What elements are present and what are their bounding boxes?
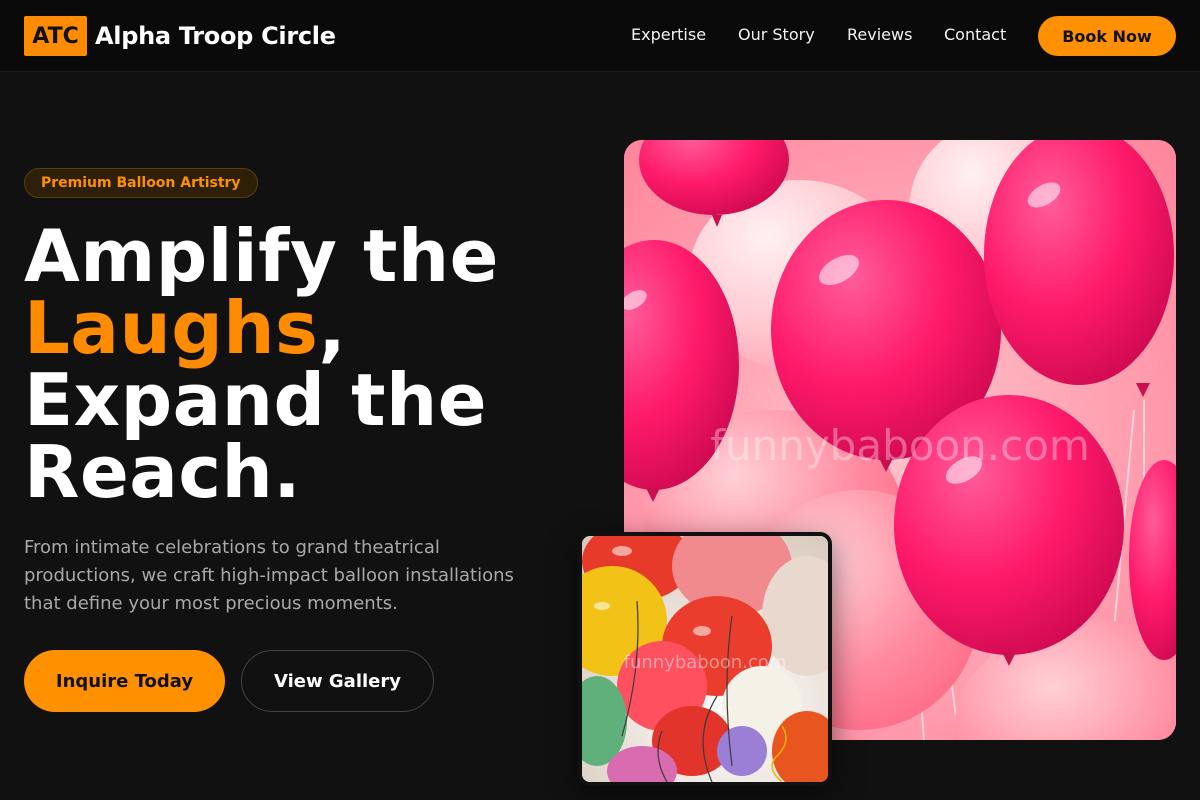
nav-link-expertise[interactable]: Expertise [631, 25, 706, 44]
book-now-button[interactable]: Book Now [1038, 16, 1176, 56]
inset-image-watermark: funnybaboon.com [624, 652, 787, 673]
nav-link-our-story[interactable]: Our Story [738, 25, 815, 44]
brand-name: Alpha Troop Circle [95, 22, 336, 50]
hero-headline: Amplify the Laughs, Expand the Reach. [24, 220, 584, 508]
main-image-watermark: funnybaboon.com [710, 421, 1090, 470]
colorful-balloons-photo: funnybaboon.com [582, 536, 828, 782]
brand-logo[interactable]: ATC Alpha Troop Circle [24, 16, 336, 56]
inset-balloon-image: funnybaboon.com [578, 532, 832, 786]
hero-tag: Premium Balloon Artistry [24, 168, 258, 198]
brand-badge: ATC [24, 16, 87, 56]
hero-description: From intimate celebrations to grand thea… [24, 537, 514, 614]
inquire-today-button[interactable]: Inquire Today [24, 650, 225, 712]
headline-line-4: Reach. [24, 430, 302, 514]
nav-link-contact[interactable]: Contact [944, 25, 1006, 44]
navbar: ATC Alpha Troop Circle Expertise Our Sto… [0, 0, 1200, 72]
nav-link-reviews[interactable]: Reviews [847, 25, 912, 44]
view-gallery-button[interactable]: View Gallery [241, 650, 434, 712]
